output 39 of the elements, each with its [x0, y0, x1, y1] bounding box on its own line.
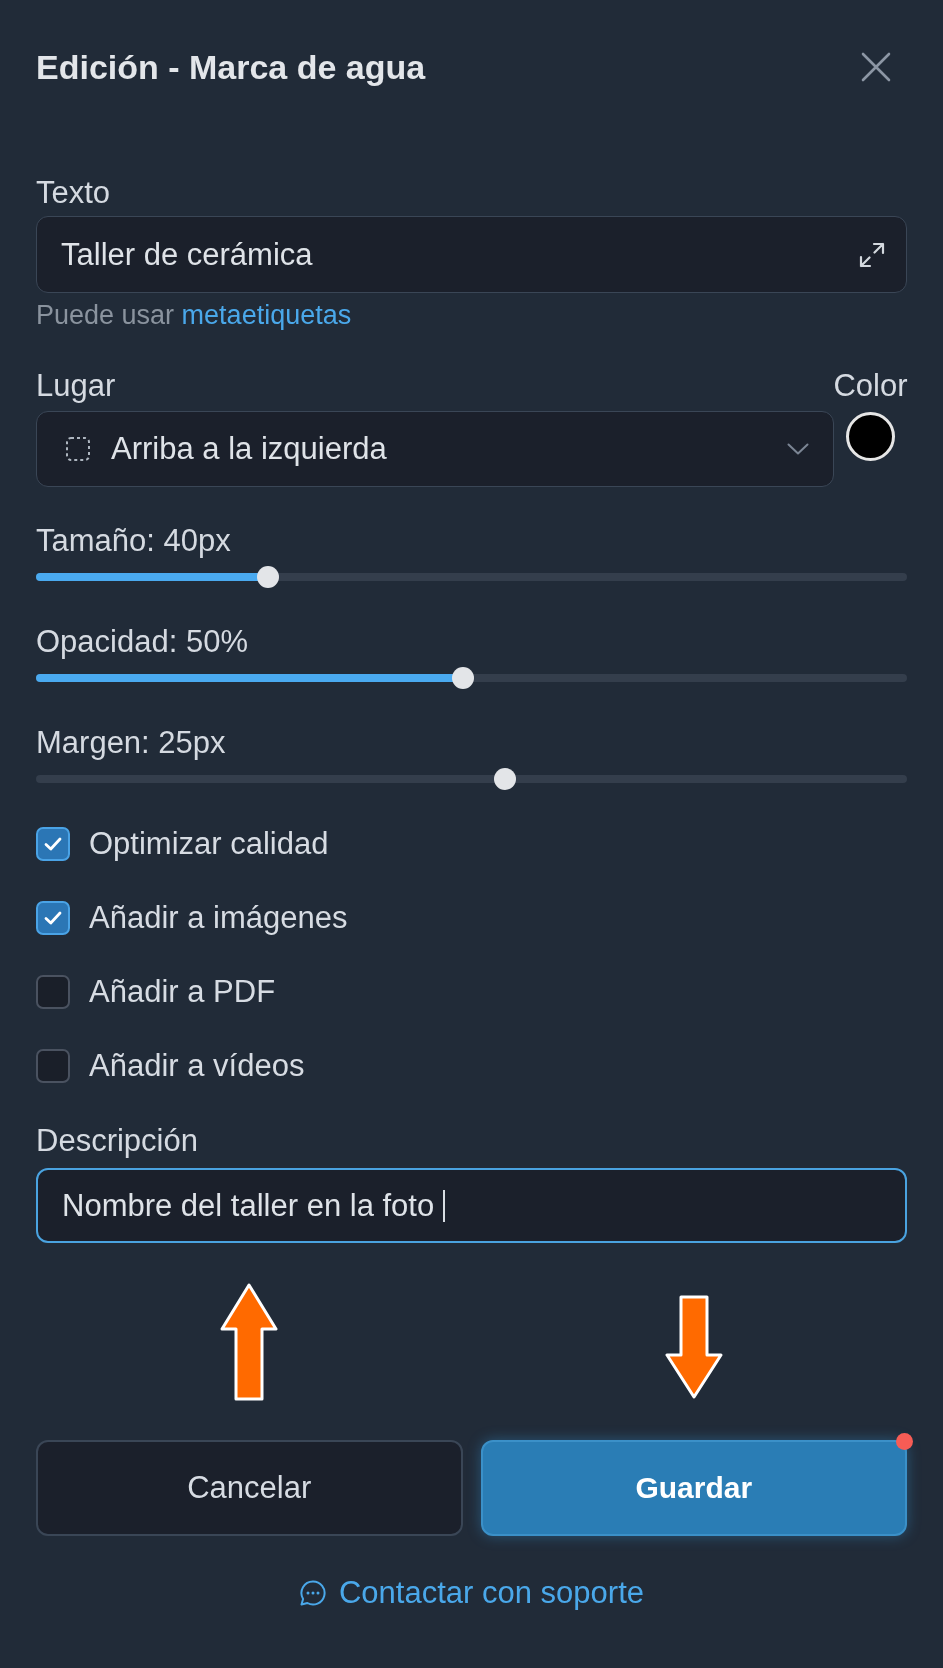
slider-thumb[interactable]	[494, 768, 517, 790]
description-field[interactable]: Nombre del taller en la foto	[36, 1168, 907, 1243]
support-link[interactable]: Contactar con soporte	[299, 1575, 644, 1611]
field-label: Descripción	[36, 1123, 198, 1159]
text-cursor-icon	[443, 1189, 446, 1222]
field-label: Opacidad: 50%	[36, 624, 248, 660]
field-label: Margen: 25px	[36, 725, 226, 761]
slider-track[interactable]	[36, 768, 907, 790]
metatags-link[interactable]: metaetiquetas	[181, 300, 352, 330]
helper-text: Puede usar metaetiquetas	[36, 300, 352, 330]
checkbox[interactable]	[36, 1049, 70, 1083]
color-swatch[interactable]	[846, 412, 895, 461]
checkbox[interactable]	[36, 901, 70, 935]
checkbox-label: Añadir a vídeos	[89, 1048, 305, 1084]
dialog-title: Edición - Marca de agua	[36, 47, 426, 88]
checkbox-label: Añadir a imágenes	[89, 900, 348, 936]
checkbox[interactable]	[36, 827, 70, 861]
slider-track[interactable]	[36, 667, 907, 689]
chevron-down-icon	[787, 443, 809, 455]
close-icon[interactable]	[861, 52, 891, 82]
slider-thumb[interactable]	[256, 566, 279, 588]
save-button[interactable]: Guardar	[480, 1440, 907, 1536]
check-icon	[44, 911, 62, 925]
dashed-square-icon	[65, 436, 91, 462]
expand-icon[interactable]	[858, 240, 886, 269]
field-label: Lugar	[36, 368, 116, 404]
position-dropdown[interactable]: Arriba a la izquierda	[36, 411, 834, 487]
field-label: Texto	[36, 175, 111, 211]
checkbox-label: Optimizar calidad	[89, 826, 329, 862]
checkbox-label: Añadir a PDF	[89, 974, 276, 1010]
text-field[interactable]: Taller de cerámica	[36, 216, 907, 293]
slider-thumb[interactable]	[452, 667, 474, 689]
slider-track[interactable]	[36, 566, 907, 588]
field-label: Tamaño: 40px	[36, 523, 231, 559]
field-label: Color	[833, 368, 908, 404]
chat-bubble-icon	[299, 1579, 327, 1607]
checkbox[interactable]	[36, 975, 70, 1009]
cancel-button[interactable]: Cancelar	[36, 1440, 463, 1536]
check-icon	[44, 837, 62, 851]
